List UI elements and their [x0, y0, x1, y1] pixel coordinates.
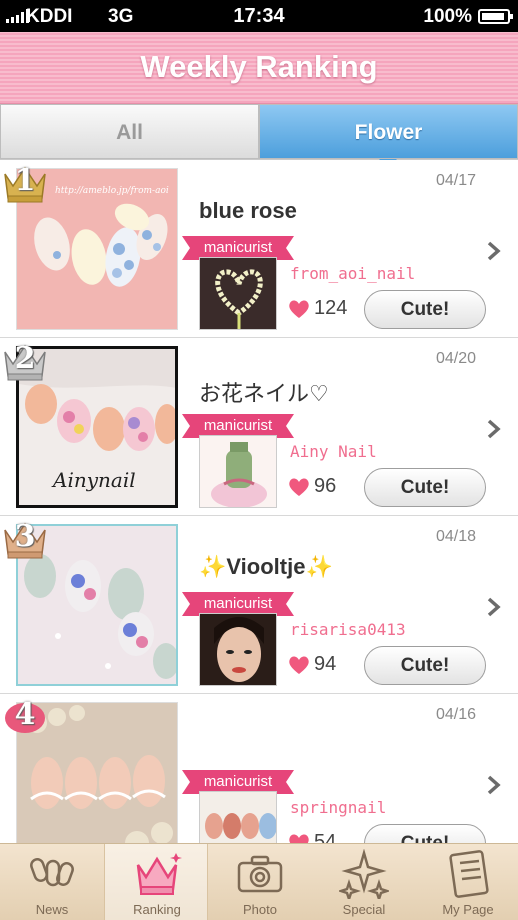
tab-special[interactable]: Special: [312, 844, 416, 920]
tab-label: My Page: [442, 902, 494, 917]
tab-ranking[interactable]: Ranking: [104, 844, 208, 920]
tab-label: Ranking: [133, 902, 181, 917]
ranking-row[interactable]: 3 04/18 ✨Viooltje✨ manicurist risarisa04…: [0, 516, 518, 694]
cute-button[interactable]: Cute!: [364, 290, 486, 329]
rank-badge-gold: 1: [2, 162, 48, 204]
post-date: 04/18: [435, 528, 476, 545]
nail-tips-icon: [30, 858, 74, 887]
heart-icon: [289, 299, 309, 318]
like-count: 124: [288, 297, 347, 320]
post-date: 04/16: [435, 706, 476, 723]
author-name[interactable]: springnail: [290, 798, 386, 817]
like-count: 96: [288, 475, 336, 498]
post-date: 04/20: [435, 350, 476, 367]
chevron-right-icon[interactable]: [485, 774, 503, 796]
sparkles-icon: [339, 849, 389, 899]
bottom-tab-bar: News Ranking Photo Special My Page: [0, 843, 518, 920]
page-title: Weekly Ranking: [140, 49, 378, 84]
like-count: 94: [288, 653, 336, 676]
author-avatar[interactable]: [199, 613, 277, 686]
camera-icon: [237, 855, 283, 893]
heart-icon: [289, 834, 309, 843]
segment-flower[interactable]: Flower: [259, 104, 518, 159]
tab-label: News: [35, 902, 69, 917]
like-count: 54: [288, 831, 336, 843]
notebook-icon: [449, 850, 489, 898]
ranking-row[interactable]: 4 04/16 manicurist springnail 54 Cute!: [0, 694, 518, 843]
post-date: 04/17: [435, 172, 476, 189]
rank-number: 3: [14, 519, 36, 554]
chevron-right-icon[interactable]: [485, 596, 503, 618]
battery-icon: [478, 9, 513, 24]
tab-label: Special: [342, 902, 386, 917]
author-name[interactable]: from_aoi_nail: [290, 264, 415, 283]
author-name[interactable]: Ainy Nail: [290, 442, 377, 461]
svg-text:http://ameblo.jp/from-aoi: http://ameblo.jp/from-aoi: [55, 186, 169, 196]
entry-title[interactable]: お花ネイル♡: [199, 376, 329, 408]
rank-number: 4: [14, 697, 36, 732]
author-avatar[interactable]: [199, 791, 277, 843]
cute-button[interactable]: Cute!: [364, 646, 486, 685]
author-avatar[interactable]: [199, 257, 277, 330]
nav-header: Weekly Ranking: [0, 32, 518, 104]
cute-button[interactable]: Cute!: [364, 824, 486, 843]
crown-icon: [136, 853, 182, 895]
heart-icon: [289, 655, 309, 674]
tab-news[interactable]: News: [0, 844, 104, 920]
entry-title[interactable]: ✨Viooltje✨: [199, 554, 333, 580]
chevron-right-icon[interactable]: [485, 418, 503, 440]
author-name[interactable]: risarisa0413: [290, 620, 406, 639]
chevron-right-icon[interactable]: [485, 240, 503, 262]
rank-number: 2: [14, 341, 36, 376]
cute-button[interactable]: Cute!: [364, 468, 486, 507]
entry-title[interactable]: blue rose: [199, 198, 297, 224]
rank-badge-pink: 4: [2, 696, 48, 738]
tab-label: Photo: [243, 902, 277, 917]
ranking-list[interactable]: http://ameblo.jp/from-aoi 1 04/17 blue r…: [0, 160, 518, 843]
ranking-row[interactable]: Ainynail 2 04/20 お花ネイル♡ manicurist Ainy …: [0, 338, 518, 516]
tab-my-page[interactable]: My Page: [416, 844, 518, 920]
rank-number: 1: [14, 163, 36, 198]
author-avatar[interactable]: [199, 435, 277, 508]
ranking-row[interactable]: http://ameblo.jp/from-aoi 1 04/17 blue r…: [0, 160, 518, 338]
category-segmented-control: All Flower: [0, 104, 518, 168]
svg-text:Ainynail: Ainynail: [51, 468, 136, 492]
heart-icon: [289, 477, 309, 496]
app-screen: KDDI 3G 17:34 100% Weekly Ranking All Fl…: [0, 0, 518, 920]
rank-badge-silver: 2: [2, 340, 48, 382]
tab-photo[interactable]: Photo: [208, 844, 312, 920]
segment-all[interactable]: All: [0, 104, 259, 159]
battery-percent: 100%: [423, 6, 472, 27]
rank-badge-bronze: 3: [2, 518, 48, 560]
status-bar: KDDI 3G 17:34 100%: [0, 0, 518, 32]
